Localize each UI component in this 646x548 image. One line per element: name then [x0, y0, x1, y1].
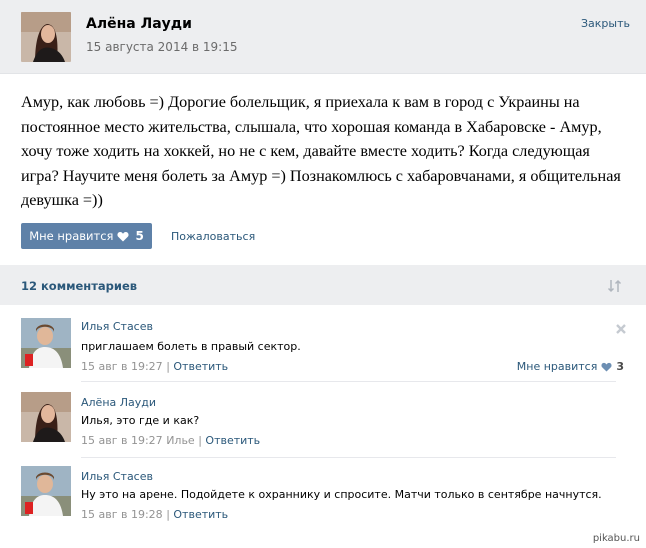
- comment-time[interactable]: 15 авг в 19:27: [81, 434, 163, 447]
- comment-avatar[interactable]: [21, 392, 71, 442]
- comment-meta: 15 авг в 19:27 Илье | Ответить: [81, 434, 260, 447]
- comments-bar: 12 комментариев: [0, 265, 646, 305]
- comment-author[interactable]: Илья Стасев: [81, 320, 153, 333]
- heart-icon: [117, 231, 129, 241]
- comment-like-count: 3: [616, 360, 624, 373]
- post-header: Алёна Лауди 15 августа 2014 в 19:15 Закр…: [0, 0, 646, 74]
- watermark: pikabu.ru: [592, 533, 640, 544]
- comment-author[interactable]: Алёна Лауди: [81, 396, 156, 409]
- comment-like-button[interactable]: Мне нравится 3: [517, 360, 624, 373]
- comment-avatar[interactable]: [21, 466, 71, 516]
- comment-time[interactable]: 15 авг в 19:27: [81, 360, 163, 373]
- like-button[interactable]: Мне нравится 5: [21, 223, 152, 249]
- close-button[interactable]: Закрыть: [581, 17, 630, 30]
- comment-like-label: Мне нравится: [516, 360, 598, 373]
- comments-count[interactable]: 12 комментариев: [21, 279, 137, 293]
- comment-reply-to[interactable]: Илье: [166, 434, 195, 447]
- post-date[interactable]: 15 августа 2014 в 19:15: [86, 40, 238, 54]
- like-count: 5: [135, 229, 144, 243]
- comment-avatar[interactable]: [21, 318, 71, 368]
- comment-text: приглашаем болеть в правый сектор.: [81, 340, 301, 353]
- reply-button[interactable]: Ответить: [173, 508, 228, 521]
- comment-text: Ну это на арене. Подойдете к охраннику и…: [81, 488, 602, 501]
- comment-text: Илья, это где и как?: [81, 414, 200, 427]
- close-icon[interactable]: [616, 324, 626, 334]
- comment-divider: [81, 457, 616, 458]
- sort-icon[interactable]: [607, 278, 623, 294]
- comment-meta: 15 авг в 19:28 | Ответить: [81, 508, 228, 521]
- reply-button[interactable]: Ответить: [173, 360, 228, 373]
- report-link[interactable]: Пожаловаться: [171, 230, 255, 243]
- like-button-label: Мне нравится: [29, 229, 114, 243]
- heart-icon: [601, 362, 612, 372]
- comment-divider: [81, 381, 616, 382]
- post-text: Амур, как любовь =) Дорогие болельщик, я…: [21, 93, 621, 209]
- author-avatar[interactable]: [21, 12, 71, 62]
- author-name[interactable]: Алёна Лауди: [86, 16, 192, 32]
- comment-author[interactable]: Илья Стасев: [81, 470, 153, 483]
- reply-button[interactable]: Ответить: [205, 434, 260, 447]
- comment-time[interactable]: 15 авг в 19:28: [81, 508, 163, 521]
- comment-meta: 15 авг в 19:27 | Ответить: [81, 360, 228, 373]
